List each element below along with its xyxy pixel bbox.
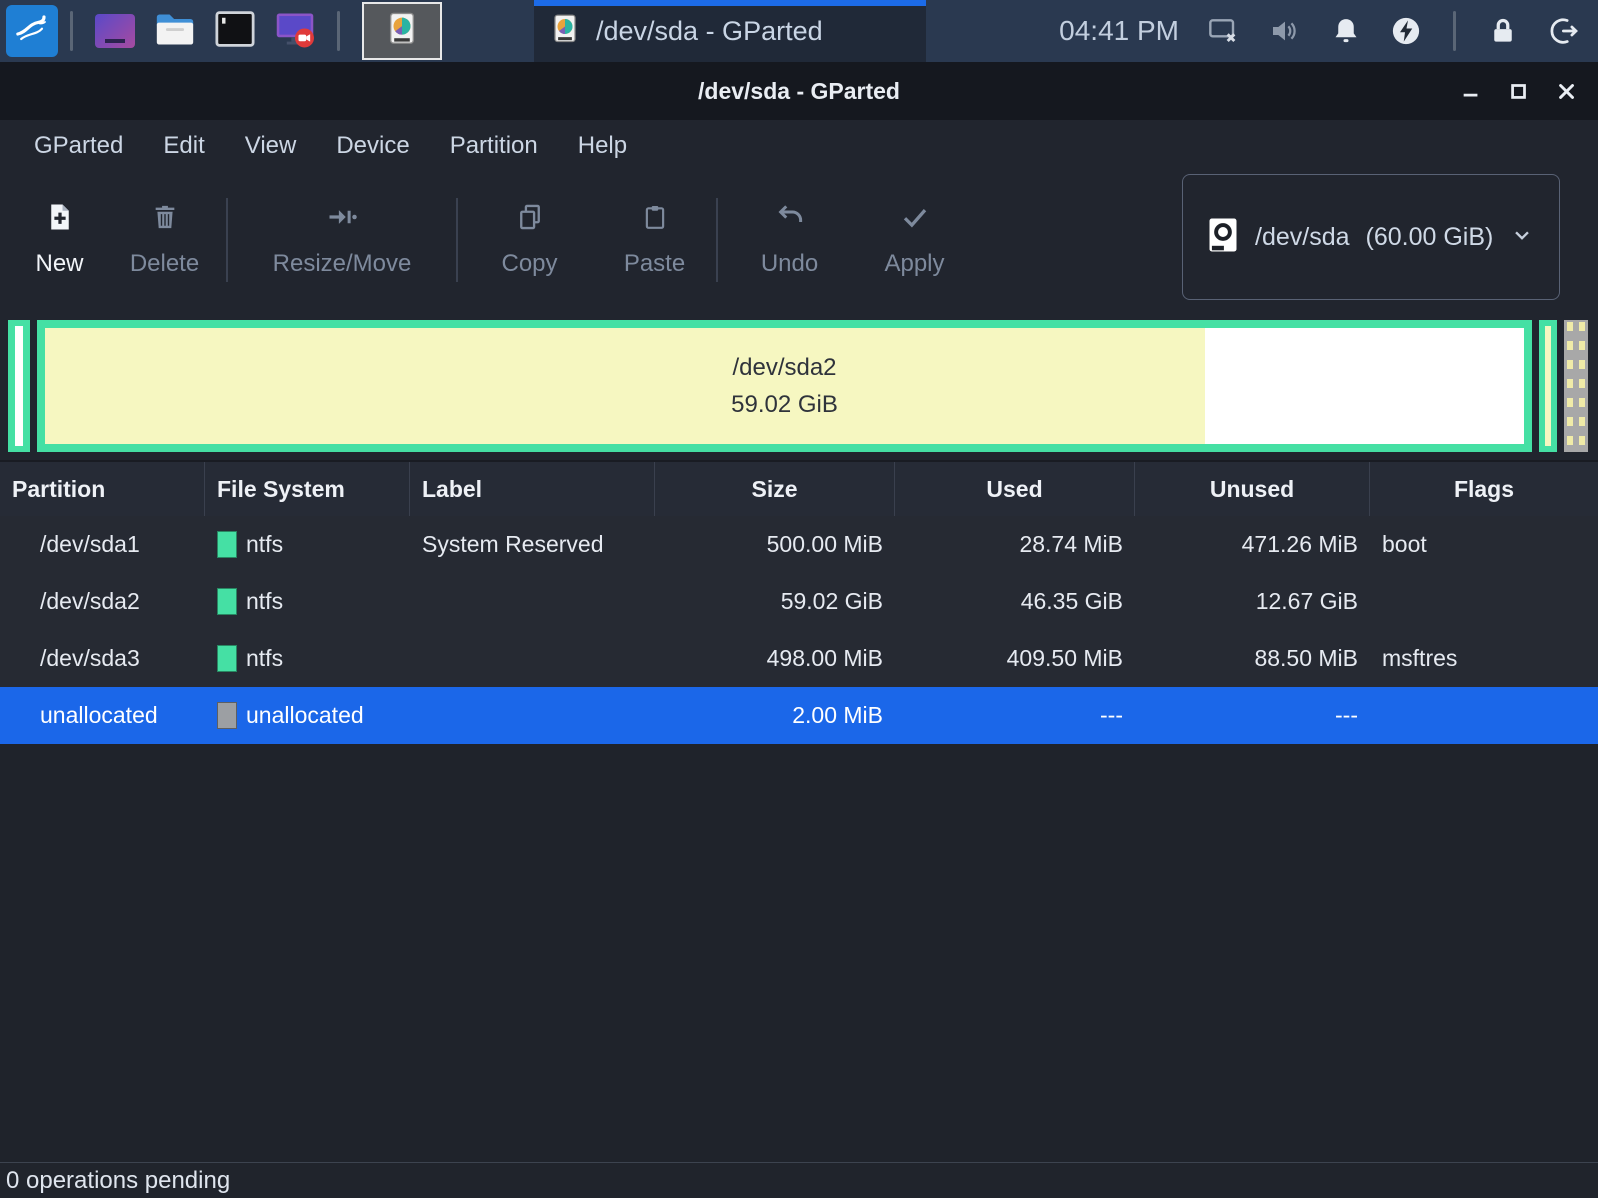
table-row-sda1[interactable]: /dev/sda1 ntfs System Reserved 500.00 Mi… [0,516,1598,573]
filesystem-color-swatch [217,531,237,558]
lock-screen-icon[interactable] [1488,16,1518,46]
apply-button[interactable]: Apply [857,196,972,278]
kali-logo-icon [12,9,52,54]
app-window-icon [95,14,135,48]
device-size: (60.00 GiB) [1366,223,1494,252]
segment-label: /dev/sda2 59.02 GiB [45,328,1524,444]
kali-menu-button[interactable] [6,5,58,57]
partition-segment-sda2[interactable]: /dev/sda2 59.02 GiB [37,320,1532,452]
column-header-label[interactable]: Label [410,462,655,516]
taskbar-separator [70,11,73,51]
table-row-sda3[interactable]: /dev/sda3 ntfs 498.00 MiB 409.50 MiB 88.… [0,630,1598,687]
launcher-screen-recorder[interactable] [269,5,321,57]
notifications-bell-icon[interactable] [1331,16,1361,46]
toolbar-separator [226,198,228,282]
gparted-icon [550,14,580,49]
logout-icon[interactable] [1548,16,1580,46]
menu-help[interactable]: Help [558,126,647,166]
gparted-icon [385,12,419,51]
paste-button[interactable]: Paste [597,196,712,278]
column-header-partition[interactable]: Partition [0,462,205,516]
partition-segment-sda3[interactable] [1539,320,1557,452]
close-button[interactable] [1550,74,1584,108]
selection-hatch [1579,322,1585,450]
table-empty-area [0,744,1598,1162]
menu-edit[interactable]: Edit [143,126,224,166]
column-header-flags[interactable]: Flags [1370,462,1598,516]
menu-view[interactable]: View [225,126,317,166]
filesystem-color-swatch [217,645,237,672]
menu-bar: GParted Edit View Device Partition Help [0,120,1598,172]
device-selector-dropdown[interactable]: /dev/sda (60.00 GiB) [1182,174,1560,300]
column-header-unused[interactable]: Unused [1135,462,1370,516]
screen-recorder-icon [273,8,317,55]
table-row-unallocated-selected[interactable]: unallocated unallocated 2.00 MiB --- --- [0,687,1598,744]
partition-segment-unallocated[interactable] [1564,320,1588,452]
segment-used-space [1545,326,1551,446]
menu-device[interactable]: Device [316,126,429,166]
trash-icon [151,200,179,234]
partition-visual-bar: /dev/sda2 59.02 GiB [0,310,1598,460]
pending-operations-text: 0 operations pending [6,1167,230,1195]
taskbar-clock[interactable]: 04:41 PM [1059,15,1179,47]
taskbar-window-button[interactable]: /dev/sda - GParted [534,0,926,62]
segment-partition-name: /dev/sda2 [732,349,836,386]
gparted-window: /dev/sda - GParted GParted Edit View Dev… [0,62,1598,1198]
column-header-size[interactable]: Size [655,462,895,516]
device-path: /dev/sda [1255,223,1350,252]
new-document-icon [45,200,75,234]
undo-button[interactable]: Undo [722,196,857,278]
copy-icon [516,200,544,234]
power-manager-icon[interactable] [1391,16,1421,46]
minimize-button[interactable] [1454,74,1488,108]
terminal-icon [214,10,256,53]
partition-segment-sda1[interactable] [8,320,30,452]
filesystem-color-swatch [217,702,237,729]
taskbar-separator [1453,11,1456,51]
new-partition-button[interactable]: New [12,196,107,278]
column-header-filesystem[interactable]: File System [205,462,410,516]
menu-partition[interactable]: Partition [430,126,558,166]
launcher-files-app[interactable] [89,5,141,57]
checkmark-icon [900,200,930,234]
launcher-gparted-active[interactable] [362,2,442,60]
taskbar-window-title: /dev/sda - GParted [596,16,823,47]
resize-arrow-icon [325,200,359,234]
volume-icon[interactable] [1269,16,1301,46]
window-titlebar[interactable]: /dev/sda - GParted [0,62,1598,120]
resize-move-button[interactable]: Resize/Move [232,196,452,278]
window-title: /dev/sda - GParted [698,78,900,105]
maximize-button[interactable] [1502,74,1536,108]
taskbar-separator [337,11,340,51]
folder-icon [153,9,197,54]
selection-hatch [1567,322,1573,450]
segment-partition-size: 59.02 GiB [731,386,838,423]
launcher-file-manager[interactable] [149,5,201,57]
undo-arrow-icon [775,200,805,234]
delete-partition-button[interactable]: Delete [107,196,222,278]
toolbar-separator [456,198,458,282]
table-header: Partition File System Label Size Used Un… [0,460,1598,516]
column-header-used[interactable]: Used [895,462,1135,516]
segment-free-space [15,326,23,446]
toolbar-separator [716,198,718,282]
hard-disk-icon [1205,215,1241,260]
chevron-down-icon [1509,222,1535,253]
toolbar: New Delete Resize/Move [0,172,1598,310]
menu-gparted[interactable]: GParted [14,126,143,166]
status-bar: 0 operations pending [0,1162,1598,1198]
desktop-taskbar: /dev/sda - GParted 04:41 PM [0,0,1598,62]
filesystem-color-swatch [217,588,237,615]
copy-button[interactable]: Copy [462,196,597,278]
table-row-sda2[interactable]: /dev/sda2 ntfs 59.02 GiB 46.35 GiB 12.67… [0,573,1598,630]
clipboard-icon [642,200,668,234]
launcher-terminal[interactable] [209,5,261,57]
screen-share-off-icon[interactable] [1207,16,1239,46]
